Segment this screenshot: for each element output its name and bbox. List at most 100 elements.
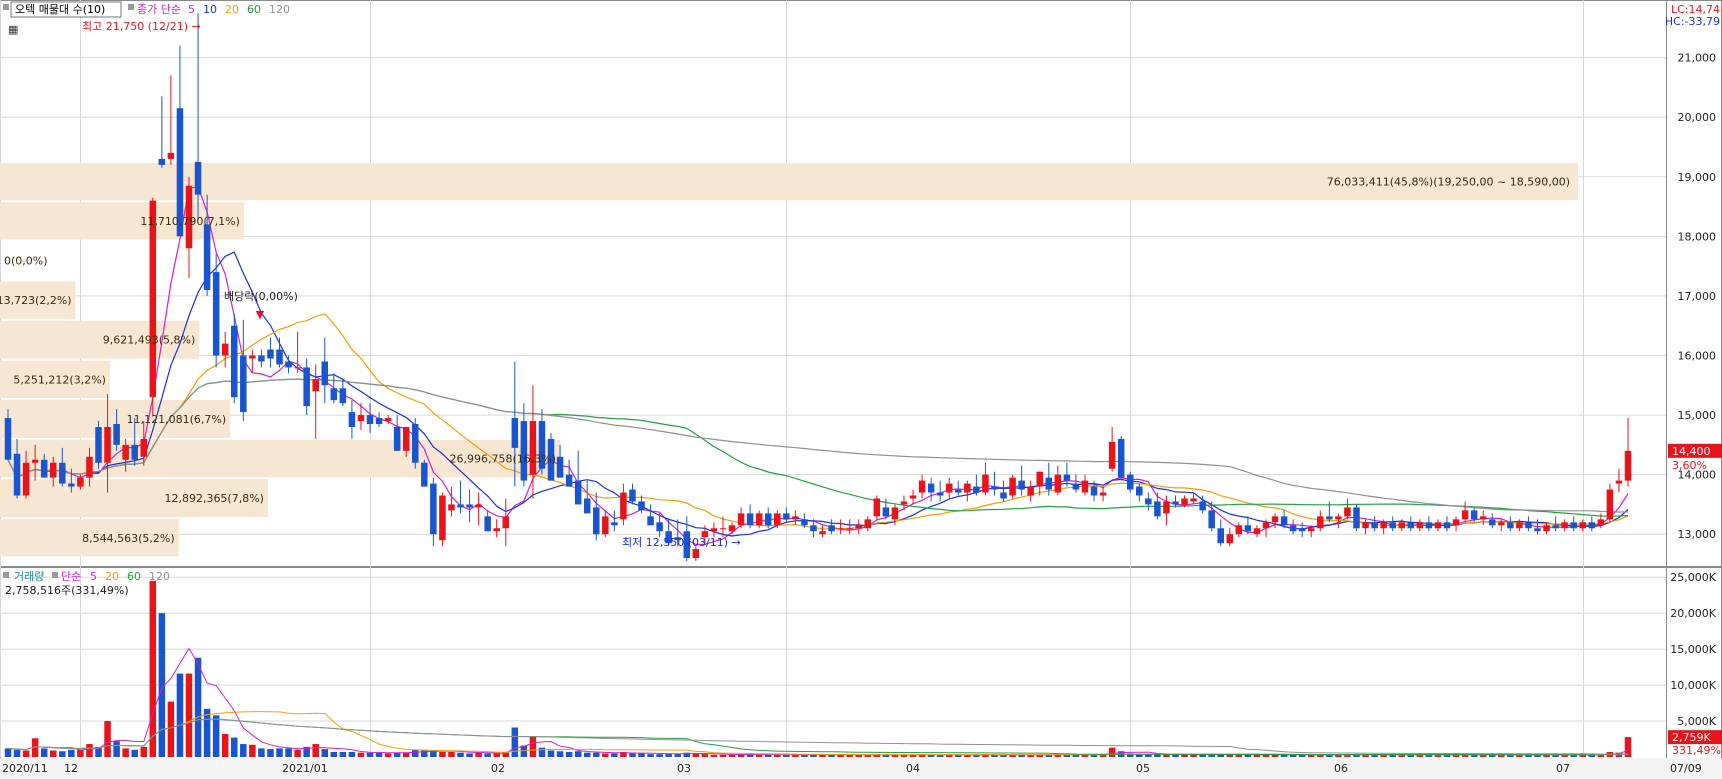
candle-body (95, 426, 102, 463)
candle-body (1516, 522, 1523, 529)
candle-body (249, 355, 256, 359)
x-axis-strip (0, 758, 1722, 779)
volume-bar (366, 752, 374, 757)
current-price: 14,400 (1672, 445, 1711, 458)
candle-body (774, 513, 781, 526)
volume-bar (638, 753, 645, 757)
candle-body (511, 418, 519, 448)
volume-bar (276, 748, 283, 757)
candle-body (1434, 522, 1442, 529)
candle-body (330, 388, 338, 401)
volume-bar (484, 753, 491, 757)
x-tick-label: 2020/11 (2, 762, 48, 775)
candle-body (710, 528, 718, 532)
candle-body (1045, 477, 1053, 490)
x-tick-label: 06 (1334, 762, 1348, 775)
volume-bar (402, 752, 410, 757)
candle-body (629, 489, 636, 502)
candle-body (846, 528, 853, 530)
candle-body (40, 459, 48, 478)
candle-body (339, 388, 347, 404)
candle-body (1416, 522, 1424, 529)
candle-body (393, 426, 401, 451)
candle-body (1244, 525, 1252, 532)
candle-body (4, 418, 12, 460)
volume-bar (574, 751, 582, 757)
candle-body (276, 349, 283, 365)
volume-bar (493, 753, 500, 757)
candle-body (755, 513, 763, 526)
candle-body (194, 161, 202, 195)
volume-bar (1244, 754, 1252, 757)
candle-body (1624, 450, 1632, 481)
candle-body (77, 477, 84, 487)
candle-body (801, 519, 808, 526)
volume-bar (104, 721, 111, 757)
volume-ma-line-5 (7, 647, 1629, 756)
legend-marker (128, 4, 134, 10)
volume-bar (728, 754, 736, 757)
x-tick-label: 07 (1556, 762, 1570, 775)
candle-body (1190, 498, 1197, 502)
volume-bar (212, 715, 220, 757)
candle-body (68, 483, 75, 487)
volume-panel-frame (0, 567, 1722, 759)
volume-bar (249, 744, 256, 757)
candle-body (131, 444, 138, 460)
volume-bar (167, 701, 175, 757)
volume-bar (701, 754, 709, 757)
candle-body (1461, 510, 1469, 520)
volume-bar (294, 749, 301, 757)
volume-bar (176, 673, 184, 757)
volume-bar (457, 752, 464, 757)
volume-bar (656, 754, 663, 757)
volume-ma-legend-60: 60 (127, 570, 141, 583)
candle-body (1570, 522, 1577, 529)
ma-legend-120: 120 (269, 3, 290, 16)
volume-bar (22, 750, 30, 757)
candle-body (737, 513, 745, 526)
candle-body (1271, 516, 1279, 523)
candle-body (583, 498, 591, 514)
candle-body (1498, 522, 1505, 526)
volume-bar (466, 753, 473, 757)
candle-body (882, 507, 890, 517)
candle-body (502, 516, 510, 529)
price-tick-label: 13,000 (1678, 528, 1717, 541)
volume-bar (240, 744, 247, 757)
candle-body (312, 379, 319, 392)
candle-body (1452, 519, 1460, 526)
volume-tick-label: 5,000K (1677, 715, 1716, 728)
price-tick-label: 20,000 (1678, 111, 1717, 124)
candle-body (945, 483, 953, 493)
volume-ma-title: 단순 (61, 570, 81, 583)
volume-tick-label: 10,000K (1670, 679, 1716, 692)
candle-body (1199, 501, 1206, 511)
volume-bar (1172, 754, 1179, 757)
candle-body (792, 516, 799, 520)
candle-body (520, 421, 528, 481)
dividend-arrow: ▼ (256, 308, 265, 321)
candle-body (828, 525, 835, 532)
volume-bar (49, 750, 57, 757)
candle-body (285, 361, 292, 368)
candle-body (104, 426, 111, 463)
candle-body (1018, 480, 1025, 490)
candle-body (764, 513, 772, 526)
volume-bar (412, 749, 419, 757)
candle-body (837, 528, 844, 530)
candle-body (1054, 474, 1062, 493)
candle-body (991, 486, 998, 490)
ma-legend-10: 10 (203, 3, 217, 16)
grid-icon: ▦ (8, 23, 18, 36)
volume-profile-label: 9,621,493(5,8%) (103, 334, 196, 347)
candle-body (1317, 516, 1324, 529)
volume-bar (755, 754, 763, 757)
volume-bar (439, 751, 446, 757)
price-tick-label: 17,000 (1678, 290, 1717, 303)
volume-bar (285, 748, 292, 757)
candle-body (918, 480, 926, 493)
candle-body (1353, 507, 1360, 529)
candle-body (900, 501, 908, 505)
volume-bar (348, 751, 356, 757)
